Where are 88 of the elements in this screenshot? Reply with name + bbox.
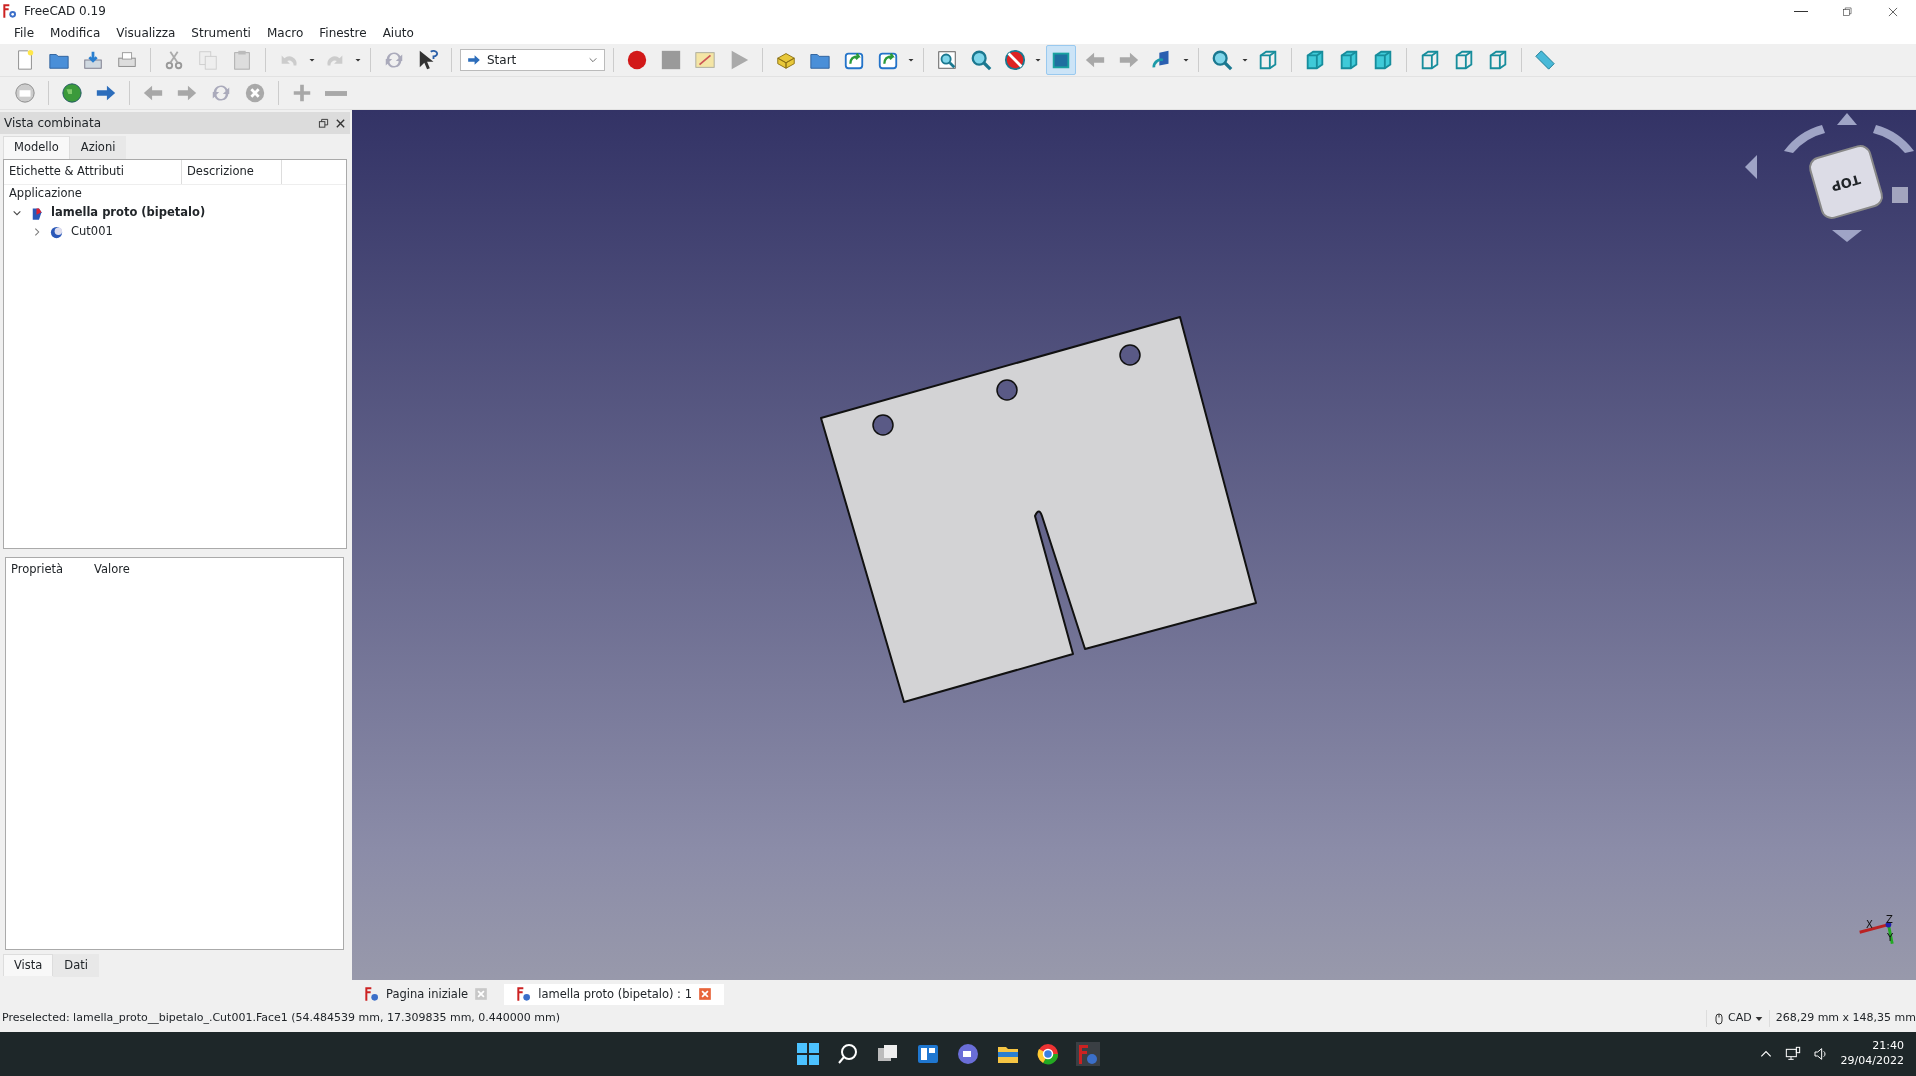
axis-label: X: [1866, 918, 1873, 932]
dropdown-caret-icon[interactable]: [1182, 57, 1190, 63]
speaker-icon[interactable]: [1812, 1046, 1829, 1062]
stop-circle-icon: [14, 82, 36, 104]
chat-icon[interactable]: [956, 1042, 980, 1066]
dimensions-readout: 268,29 mm x 148,35 mm: [1768, 1010, 1916, 1027]
collapsed-chevron-icon[interactable]: [32, 227, 42, 237]
wireframe-cube-icon: [1453, 49, 1475, 71]
freecad-logo-icon[interactable]: [1076, 1042, 1100, 1066]
magnifier-icon: [1211, 49, 1233, 71]
clock-time[interactable]: 21:40: [1840, 1039, 1904, 1054]
freecad-logo-icon: [364, 986, 380, 1003]
mouse-icon: [1712, 1012, 1725, 1025]
prohibited-icon: [1004, 49, 1026, 71]
close-icon[interactable]: [335, 117, 346, 129]
solid-icon: [49, 224, 64, 240]
document-tab[interactable]: lamella proto (bipetalo) : 1: [504, 983, 724, 1005]
clock-date[interactable]: 29/04/2022: [1840, 1054, 1904, 1069]
chevron-down-icon: [588, 55, 598, 65]
tree-root-label: Applicazione: [8, 184, 83, 202]
navigation-cube-drawing[interactable]: [1745, 113, 1914, 242]
panel-tab[interactable]: Modello: [3, 136, 70, 160]
windows-start-icon[interactable]: [796, 1042, 820, 1066]
pointer-question-icon: [417, 49, 439, 71]
column-header: Valore: [93, 561, 131, 579]
wireframe-cube-icon: [1419, 49, 1441, 71]
expanded-chevron-icon[interactable]: [12, 208, 22, 218]
freecad-logo-icon: [516, 986, 533, 1003]
wireframe-cube-icon: [1257, 49, 1279, 71]
panel-tab[interactable]: Vista: [3, 954, 54, 977]
zoom-fit-icon: [936, 49, 958, 71]
column-header: Descrizione: [182, 160, 282, 184]
panel-tab[interactable]: Azioni: [69, 136, 127, 160]
pencil-note-icon: [694, 49, 716, 71]
dropdown-caret-icon[interactable]: [308, 57, 316, 63]
column-header: Etichette & Attributi: [4, 160, 182, 184]
refresh-icon: [210, 82, 232, 104]
widgets-icon[interactable]: [916, 1042, 940, 1066]
column-header: Proprietà: [10, 561, 65, 579]
selection-view-button[interactable]: [1046, 45, 1076, 75]
arrow-icon: [467, 53, 481, 67]
panel-tab[interactable]: Dati: [53, 954, 99, 978]
search-icon[interactable]: [836, 1042, 860, 1066]
dropdown-caret-icon[interactable]: [354, 57, 362, 63]
copy-icon: [197, 49, 219, 71]
menu-item[interactable]: Aiuto: [374, 24, 422, 42]
status-message: Preselected: lamella_proto__bipetalo_.Cut001.Face1 (54.484539 mm, 17.309835 mm, 0.440000 mm): [2, 1010, 561, 1027]
refresh-icon: [383, 49, 405, 71]
cube-view-icon: [1372, 49, 1394, 71]
caret-icon: [1754, 1014, 1763, 1023]
plus-icon: [291, 82, 313, 104]
workbench-dropdown[interactable]: Start: [460, 49, 605, 71]
wireframe-cube-icon: [1487, 49, 1509, 71]
tree-item[interactable]: lamella proto (bipetalo): [4, 203, 346, 223]
navigation-style-dropdown[interactable]: CAD: [1705, 1010, 1769, 1027]
network-icon[interactable]: [1784, 1046, 1801, 1062]
ruler-icon: [1534, 49, 1556, 71]
browser-icon[interactable]: [1036, 1042, 1060, 1066]
magnifier-icon: [970, 49, 992, 71]
navigation-cube-label: TOP: [1828, 170, 1863, 197]
minus-icon: [325, 90, 347, 96]
dropdown-caret-icon[interactable]: [1034, 57, 1042, 63]
dropdown-caret-icon[interactable]: [1241, 57, 1249, 63]
cube-view-icon: [1338, 49, 1360, 71]
dropdown-caret-icon[interactable]: [907, 57, 915, 63]
clipboard-icon: [231, 49, 253, 71]
menu-item[interactable]: Finestre: [311, 24, 375, 42]
record-icon: [626, 49, 648, 71]
close-tab-icon[interactable]: [697, 987, 712, 1002]
globe-icon: [61, 82, 83, 104]
minimize-icon: [1794, 11, 1808, 12]
undock-icon[interactable]: [318, 117, 329, 129]
menu-item[interactable]: File: [6, 24, 43, 42]
axis-label: Z: [1886, 913, 1893, 927]
tree-item[interactable]: Cut001: [4, 222, 346, 242]
menu-item[interactable]: Modifica: [42, 24, 109, 42]
cube-view-icon: [1304, 49, 1326, 71]
panel-header: Vista combinata: [0, 112, 350, 134]
save-icon: [82, 49, 104, 71]
axis-label: Y: [1887, 931, 1894, 945]
stop-icon: [660, 49, 682, 71]
window-title: FreeCAD 0.19: [24, 3, 106, 20]
scissors-icon: [163, 49, 185, 71]
menu-item[interactable]: Strumenti: [183, 24, 259, 42]
close-circle-icon: [244, 82, 266, 104]
restore-icon: [1840, 4, 1854, 19]
menu-item[interactable]: Macro: [258, 24, 312, 42]
menu-item[interactable]: Visualizza: [108, 24, 184, 42]
